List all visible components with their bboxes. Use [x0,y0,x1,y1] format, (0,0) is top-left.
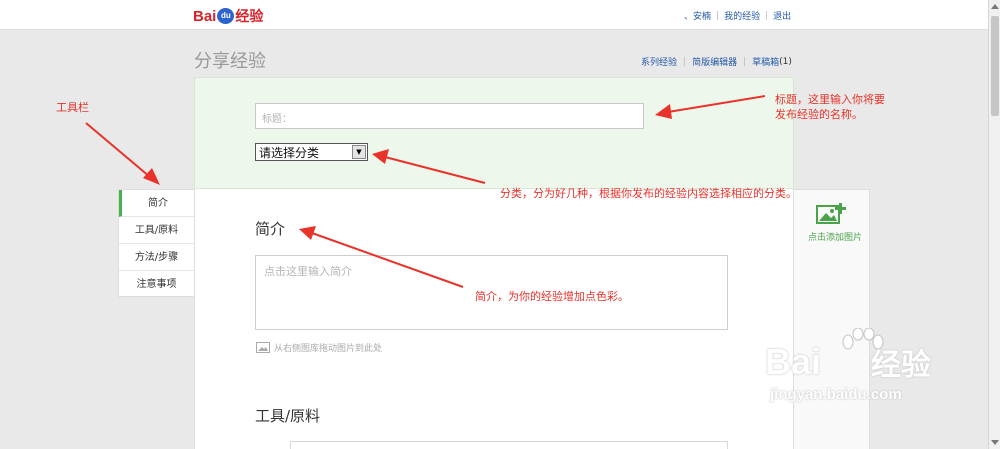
top-nav: 、安楠 | 我的经验 | 退出 [684,9,791,23]
logout-link[interactable]: 退出 [773,9,791,22]
intro-section-title: 简介 [255,220,286,238]
toolbar-item-intro[interactable]: 简介 [119,190,194,217]
title-annotation-line1: 标题，这里输入你将要 [775,93,885,106]
nav-separator: | [683,56,687,67]
toolbar-item-tools[interactable]: 工具/原料 [119,217,194,244]
logo-bai-text: Bai [193,7,217,25]
toolbar-arrowhead-icon [143,168,160,185]
toolbar-item-notes[interactable]: 注意事项 [119,271,194,298]
drag-hint-text: 从右侧图库拖动图片到此处 [274,344,383,354]
title-annotation: 标题，这里输入你将要 发布经验的名称。 [775,92,885,122]
tools-input[interactable] [290,441,728,449]
page-title: 分享经验 [194,51,266,72]
logo-jingyan-text: 经验 [235,9,264,25]
title-input[interactable]: 标题： [255,103,644,129]
vertical-scrollbar[interactable] [988,0,1000,449]
series-experience-link[interactable]: 系列经验 [641,55,677,68]
user-link[interactable]: 、安楠 [684,9,711,22]
intro-annotation: 简介，为你的经验增加点色彩。 [475,290,629,303]
scroll-down-arrow-icon[interactable] [991,440,999,445]
nav-separator: | [716,10,720,21]
watermark-paw-icon [842,328,884,350]
watermark-url: jingyan.baidu.com [770,386,902,403]
baidu-jingyan-logo[interactable]: Bai du 经验 [193,6,263,26]
picture-icon [256,342,270,353]
tools-section-title: 工具/原料 [255,407,321,425]
add-image-label[interactable]: 点击添加图片 [808,230,862,243]
drafts-count: (1) [779,56,792,67]
my-experience-link[interactable]: 我的经验 [724,9,760,22]
nav-separator: | [765,10,769,21]
top-bar [0,0,988,30]
editor-sub-nav: 系列经验 | 简版编辑器 | 草稿箱 (1) [641,55,792,69]
drafts-link[interactable]: 草稿箱 [752,55,779,68]
toolbar-arrow [85,122,151,178]
scroll-up-arrow-icon[interactable] [991,4,999,9]
simple-editor-link[interactable]: 简版编辑器 [692,55,737,68]
toolbar-annotation: 工具栏 [56,101,89,114]
category-annotation: 分类，分为好几种，根据你发布的经验内容选择相应的分类。 [500,187,797,200]
image-library-panel [794,189,870,449]
category-select-value: 请选择分类 [259,145,320,160]
baidu-jingyan-watermark: Bai 经验 jingyan.baidu.com [765,328,931,403]
scrollbar-thumb[interactable] [991,16,999,116]
dropdown-arrow-icon[interactable]: ▼ [352,145,366,159]
watermark-bai-text: Bai [765,341,822,382]
logo-paw-icon: du [217,8,235,24]
nav-separator: | [743,56,747,67]
toolbar-item-steps[interactable]: 方法/步骤 [119,244,194,271]
drag-image-hint: 从右侧图库拖动图片到此处 [256,341,382,354]
title-annotation-line2: 发布经验的名称。 [775,108,863,121]
section-toolbar: 简介 工具/原料 方法/步骤 注意事项 [118,189,194,297]
editor-header-panel [194,77,794,189]
category-select[interactable]: 请选择分类 ▼ [255,143,368,161]
add-image-icon[interactable] [815,201,847,227]
